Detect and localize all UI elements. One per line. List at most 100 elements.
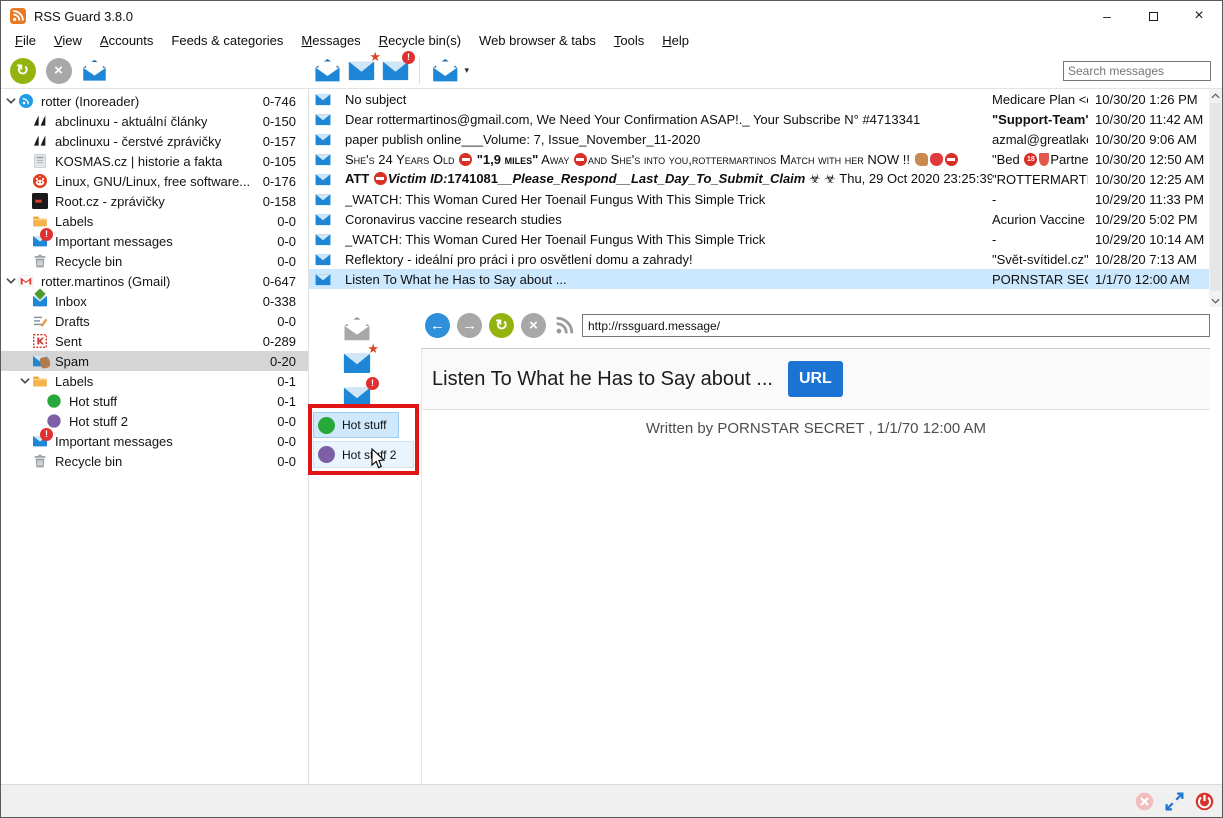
sidebar-item-recycle-bin[interactable]: Recycle bin0-0	[1, 451, 308, 471]
fullscreen-button[interactable]	[1164, 791, 1185, 812]
message-row[interactable]: paper publish online___Volume: 7, Issue_…	[309, 129, 1209, 149]
sidebar-item-kosmas-cz-historie-a-fakta[interactable]: KOSMAS.cz | historie a fakta0-105	[1, 151, 308, 171]
sidebar-item-abclinuxu-čerstvé-zprávičky[interactable]: abclinuxu - čerstvé zprávičky0-157	[1, 131, 308, 151]
label-text: Hot stuff	[342, 418, 386, 432]
unread-envelope-icon	[314, 111, 332, 128]
menu-bar: FileViewAccountsFeeds & categoriesMessag…	[1, 31, 1222, 53]
minimize-button[interactable]: –	[1084, 1, 1130, 31]
sidebar-item-important-messages[interactable]: !Important messages0-0	[1, 431, 308, 451]
expand-chevron-icon[interactable]	[4, 94, 18, 108]
feed-label: KOSMAS.cz | historie a fakta	[55, 154, 222, 169]
sidebar-item-abclinuxu-aktuální-články[interactable]: abclinuxu - aktuální články0-150	[1, 111, 308, 131]
message-date: 10/30/20 12:25 AM	[1088, 172, 1209, 187]
message-row[interactable]: _WATCH: This Woman Cured Her Toenail Fun…	[309, 189, 1209, 209]
label-chip-hot-stuff-2[interactable]: Hot stuff 2	[313, 441, 414, 468]
status-bar	[1, 784, 1222, 817]
menu-web-browser-tabs[interactable]: Web browser & tabs	[470, 31, 605, 50]
message-row[interactable]: _WATCH: This Woman Cured Her Toenail Fun…	[309, 229, 1209, 249]
menu-recycle-bin-s[interactable]: Recycle bin(s)	[370, 31, 470, 50]
tree-indent	[32, 394, 46, 408]
message-row[interactable]: Reflektory - ideální pro práci i pro osv…	[309, 249, 1209, 269]
message-row[interactable]: She's 24 Years Old "1,9 miles" Away and …	[309, 149, 1209, 169]
message-date: 10/30/20 11:42 AM	[1088, 112, 1209, 127]
message-row[interactable]: ATT Victim ID:1741081__Please_Respond__L…	[309, 169, 1209, 189]
unread-count: 0-746	[263, 94, 308, 109]
scroll-up-icon[interactable]	[1209, 89, 1222, 102]
menu-messages[interactable]: Messages	[292, 31, 369, 50]
expand-chevron-icon[interactable]	[18, 374, 32, 388]
unread-count: 0-647	[263, 274, 308, 289]
message-row[interactable]: Dear rottermartinos@gmail.com, We Need Y…	[309, 109, 1209, 129]
trash-icon	[32, 453, 48, 469]
envelope-exclam-icon: !	[32, 433, 48, 449]
menu-accounts[interactable]: Accounts	[91, 31, 162, 50]
back-button[interactable]: ←	[425, 313, 450, 338]
message-subject: No subject	[345, 92, 992, 107]
search-input[interactable]	[1063, 61, 1211, 81]
scroll-down-icon[interactable]	[1209, 294, 1222, 307]
menu-help[interactable]: Help	[653, 31, 698, 50]
toolbar-left-group: ↻×	[1, 57, 108, 84]
close-button[interactable]: ×	[1176, 1, 1222, 31]
stop-update-button[interactable]: ×	[45, 57, 72, 84]
quit-button[interactable]	[1194, 791, 1215, 812]
mark-read-button[interactable]	[81, 57, 108, 84]
message-author: Acurion Vaccine S...	[992, 212, 1088, 227]
toggle-importance-button[interactable]: ★	[347, 56, 376, 85]
forward-button[interactable]: →	[457, 313, 482, 338]
mark-unread-button[interactable]: !	[381, 56, 410, 85]
message-row[interactable]: No subjectMedicare Plan <e...10/30/20 1:…	[309, 89, 1209, 109]
title-bar: RSS Guard 3.8.0 – ×	[1, 1, 1222, 31]
maximize-button[interactable]	[1130, 1, 1176, 31]
i18-icon	[1024, 153, 1037, 166]
sidebar-item-root-cz-zprávičky[interactable]: Root.cz - zprávičky0-158	[1, 191, 308, 211]
label-chip-hot-stuff[interactable]: Hot stuff	[313, 412, 399, 438]
expand-chevron-icon[interactable]	[4, 274, 18, 288]
sidebar-item-sent[interactable]: Sent0-289	[1, 331, 308, 351]
noentry-icon	[459, 153, 472, 166]
lips-icon	[930, 153, 943, 166]
message-date: 10/30/20 1:26 PM	[1088, 92, 1209, 107]
sidebar-item-rotter-inoreader[interactable]: rotter (Inoreader)0-746	[1, 91, 308, 111]
sidebar-item-linux-gnu-linux-free-software[interactable]: Linux, GNU/Linux, free software...0-176	[1, 171, 308, 191]
unread-count: 0-0	[277, 314, 308, 329]
sidebar-item-recycle-bin[interactable]: Recycle bin0-0	[1, 251, 308, 271]
sidebar-item-important-messages[interactable]: !Important messages0-0	[1, 231, 308, 251]
unread-count: 0-1	[277, 394, 308, 409]
sidebar-item-hot-stuff[interactable]: Hot stuff0-1	[1, 391, 308, 411]
spam-icon	[32, 353, 48, 369]
tree-indent	[18, 354, 32, 368]
menu-feeds-categories[interactable]: Feeds & categories	[162, 31, 292, 50]
menu-tools[interactable]: Tools	[605, 31, 653, 50]
menu-view[interactable]: View	[45, 31, 91, 50]
toggle-read-button[interactable]	[340, 314, 374, 344]
update-feeds-button[interactable]: ↻	[9, 57, 36, 84]
feed-label: Drafts	[55, 314, 90, 329]
message-row[interactable]: Listen To What he Has to Say about ...PO…	[309, 269, 1209, 289]
inoreader-icon	[18, 93, 34, 109]
toggle-importance-button[interactable]: ★	[340, 348, 374, 378]
trash-icon	[32, 253, 48, 269]
toolbar-separator	[419, 57, 420, 84]
message-list-scrollbar[interactable]	[1209, 89, 1222, 307]
open-url-button[interactable]: URL	[788, 361, 843, 397]
sidebar-item-drafts[interactable]: Drafts 0-0	[1, 311, 308, 331]
unread-count: 0-0	[277, 234, 308, 249]
reload-button[interactable]: ↻	[489, 313, 514, 338]
menu-file[interactable]: File	[6, 31, 45, 50]
sidebar-item-hot-stuff-2[interactable]: Hot stuff 20-0	[1, 411, 308, 431]
message-row[interactable]: Coronavirus vaccine research studiesAcur…	[309, 209, 1209, 229]
mark-message-read-button[interactable]	[313, 56, 342, 85]
tree-indent	[18, 134, 32, 148]
url-input[interactable]	[582, 314, 1210, 337]
sidebar-item-labels[interactable]: Labels0-1	[1, 371, 308, 391]
message-actions-dropdown[interactable]: ▾	[429, 56, 469, 85]
sidebar-item-inbox[interactable]: Inbox0-338	[1, 291, 308, 311]
stop-button[interactable]: ×	[521, 313, 546, 338]
sidebar-item-spam[interactable]: Spam0-20	[1, 351, 308, 371]
tree-indent	[18, 214, 32, 228]
feed-label: Linux, GNU/Linux, free software...	[55, 174, 250, 189]
sidebar-item-labels[interactable]: Labels0-0	[1, 211, 308, 231]
scrollbar-thumb[interactable]	[1210, 103, 1221, 291]
sidebar-item-rotter-martinos-gmail[interactable]: rotter.martinos (Gmail)0-647	[1, 271, 308, 291]
